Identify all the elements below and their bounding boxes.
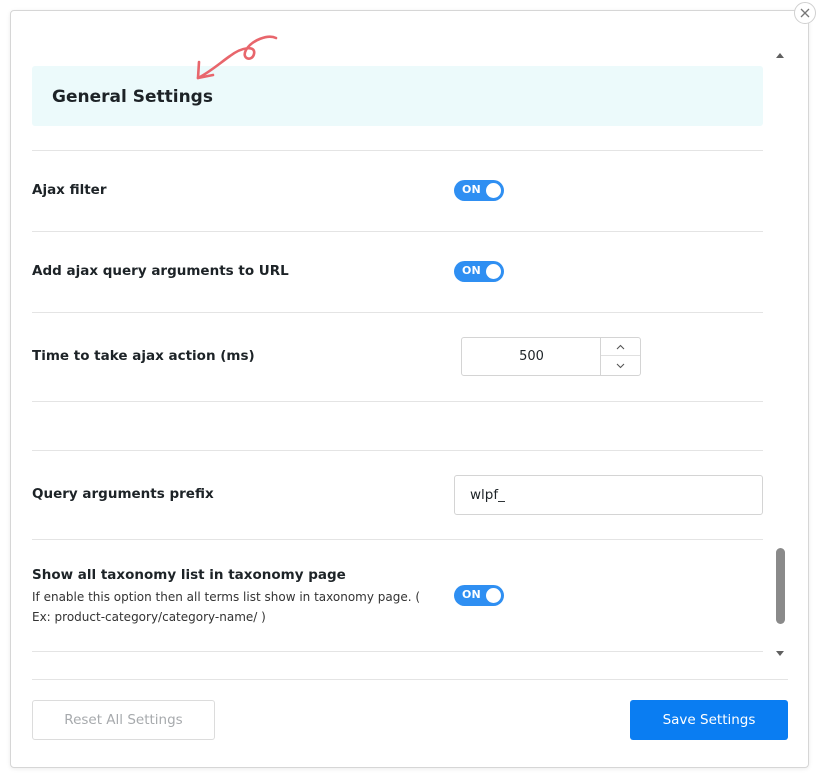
show-taxonomy-list-description: If enable this option then all terms lis…: [32, 590, 421, 624]
divider: [32, 150, 763, 151]
section-header: General Settings: [32, 66, 763, 126]
toggle-knob: [486, 264, 501, 279]
stepper-controls: [600, 338, 640, 375]
reset-all-settings-button[interactable]: Reset All Settings: [32, 700, 215, 740]
divider: [32, 312, 763, 313]
increment-button[interactable]: [601, 338, 640, 356]
ajax-action-time-input[interactable]: 500: [462, 338, 601, 375]
close-button[interactable]: [794, 2, 816, 24]
divider: [32, 651, 763, 652]
toggle-state-label: ON: [462, 588, 481, 601]
chevron-up-icon: [616, 344, 625, 349]
footer-divider: [32, 679, 788, 680]
query-prefix-input[interactable]: wlpf_: [454, 475, 763, 515]
toggle-knob: [486, 183, 501, 198]
close-icon: [800, 8, 810, 18]
page-title: General Settings: [52, 87, 213, 107]
chevron-down-icon: [616, 363, 625, 369]
toggle-state-label: ON: [462, 183, 481, 196]
show-taxonomy-list-toggle[interactable]: ON: [454, 585, 504, 606]
divider: [32, 539, 763, 540]
add-query-args-label: Add ajax query arguments to URL: [32, 263, 289, 279]
divider: [32, 231, 763, 232]
ajax-action-time-stepper[interactable]: 500: [461, 337, 641, 376]
ajax-filter-toggle[interactable]: ON: [454, 180, 504, 201]
ajax-filter-label: Ajax filter: [32, 182, 107, 198]
scroll-down-arrow-icon[interactable]: [775, 650, 785, 658]
query-prefix-label: Query arguments prefix: [32, 486, 214, 502]
divider: [32, 450, 763, 451]
toggle-state-label: ON: [462, 264, 481, 277]
add-query-args-toggle[interactable]: ON: [454, 261, 504, 282]
curved-arrow-icon: [196, 35, 278, 80]
divider: [32, 401, 763, 402]
scroll-up-arrow-icon[interactable]: [775, 51, 785, 59]
scrollbar-thumb[interactable]: [776, 548, 785, 624]
ajax-action-time-label: Time to take ajax action (ms): [32, 348, 255, 364]
toggle-knob: [486, 588, 501, 603]
show-taxonomy-list-label: Show all taxonomy list in taxonomy page: [32, 567, 346, 583]
decrement-button[interactable]: [601, 357, 640, 375]
save-settings-button[interactable]: Save Settings: [630, 700, 788, 740]
